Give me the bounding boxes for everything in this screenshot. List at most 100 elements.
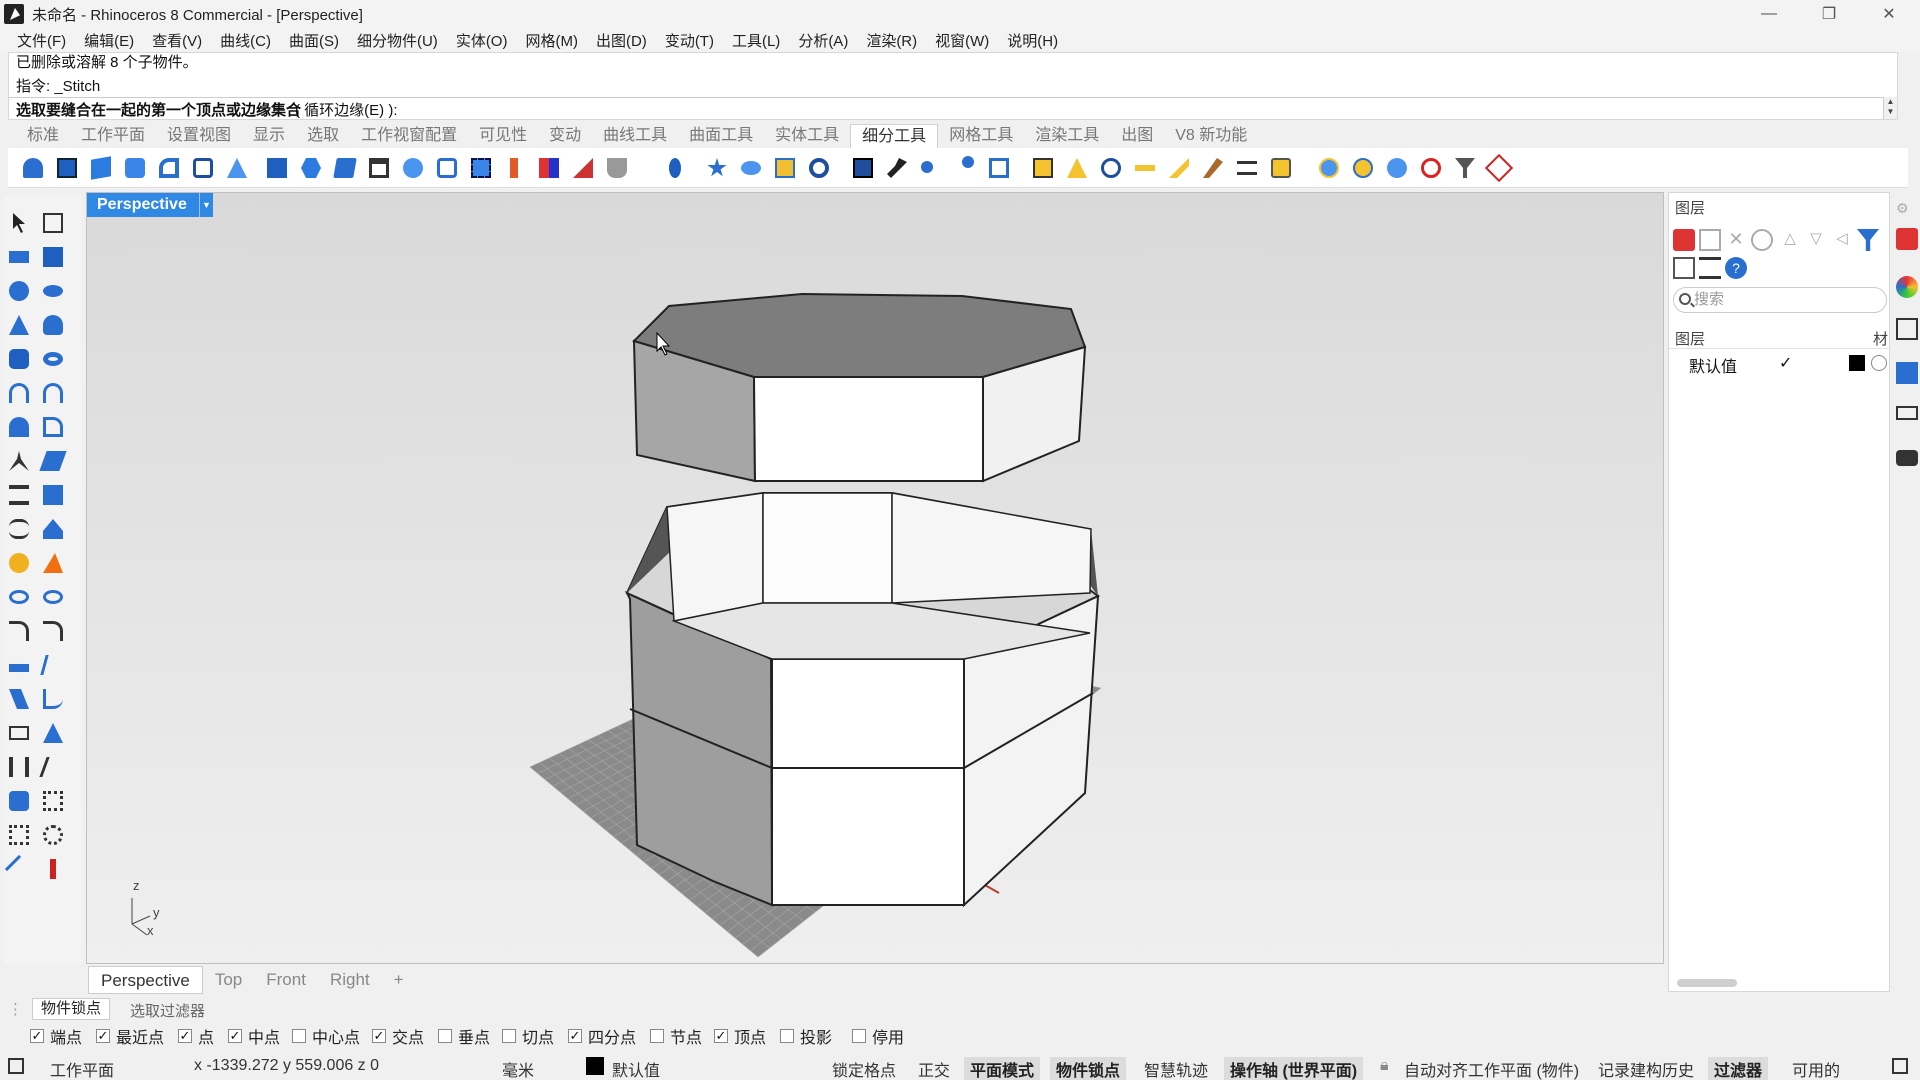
menu-edit[interactable]: 编辑(E) <box>75 30 143 51</box>
subd-cylinder-icon[interactable] <box>120 153 150 183</box>
menu-view[interactable]: 查看(V) <box>143 30 211 51</box>
subd-ellipsoid-icon[interactable] <box>330 153 360 183</box>
tab-top[interactable]: Top <box>203 970 254 990</box>
subd-cup-icon[interactable] <box>602 153 632 183</box>
tab-drafting[interactable]: 出图 <box>1110 124 1164 148</box>
camera-tab-icon[interactable] <box>1896 450 1918 466</box>
layer-column-name[interactable]: 图层 <box>1675 328 1705 349</box>
tab-transform[interactable]: 变动 <box>538 124 592 148</box>
status-planar[interactable]: 平面模式 <box>964 1057 1041 1080</box>
draft-icon[interactable] <box>38 752 68 782</box>
layer-filter-icon[interactable] <box>1857 229 1879 251</box>
subd-crease-icon[interactable] <box>568 153 598 183</box>
osnap-checkbox[interactable] <box>292 1029 306 1043</box>
status-layer[interactable]: 默认值 <box>612 1057 660 1080</box>
tab-curve-tools[interactable]: 曲线工具 <box>592 124 678 148</box>
subd-plane-icon[interactable] <box>18 153 48 183</box>
perspective-viewport[interactable]: z y x Perspective ▼ <box>86 192 1664 964</box>
array-icon[interactable] <box>4 752 34 782</box>
viewport-title[interactable]: Perspective <box>87 193 199 217</box>
subd-sphere-icon[interactable] <box>296 153 326 183</box>
properties-tab-icon[interactable] <box>1896 362 1918 384</box>
close-button[interactable]: ✕ <box>1860 0 1918 28</box>
panel-horizontal-scrollbar[interactable] <box>1677 979 1737 987</box>
osnap-mid[interactable]: ✓ 中点 <box>228 1027 280 1047</box>
plane-icon[interactable] <box>4 242 34 272</box>
status-ortho[interactable]: 正交 <box>918 1057 950 1080</box>
osnap-checkbox[interactable]: ✓ <box>372 1029 386 1043</box>
command-prompt[interactable]: 选取要缝合在一起的第一个顶点或边缘集合 ( 循环边缘(E) ): <box>9 97 1897 119</box>
status-smarttrack[interactable]: 智慧轨迹 <box>1144 1057 1208 1080</box>
osnap-end[interactable]: ✓ 端点 <box>30 1027 82 1047</box>
menu-mesh[interactable]: 网格(M) <box>516 30 587 51</box>
subd-cone-icon[interactable] <box>222 153 252 183</box>
layer-search-input[interactable]: 搜索 <box>1673 287 1887 313</box>
tab-standard[interactable]: 标准 <box>16 124 70 148</box>
cone-icon[interactable] <box>4 310 34 340</box>
point-edit-icon[interactable] <box>38 208 68 238</box>
subd-weld-icon[interactable] <box>882 153 912 183</box>
wave-icon[interactable] <box>4 514 34 544</box>
shell-icon[interactable] <box>4 582 34 612</box>
osnap-point[interactable]: ✓ 点 <box>178 1027 214 1047</box>
subd-bubble-icon[interactable] <box>736 153 766 183</box>
help-icon[interactable]: ? <box>1725 257 1747 279</box>
menu-dimension[interactable]: 出图(D) <box>587 30 656 51</box>
minimize-button[interactable]: — <box>1740 0 1798 28</box>
status-osnap[interactable]: 物件锁点 <box>1050 1057 1127 1080</box>
curve-edit-icon[interactable] <box>38 650 68 680</box>
osnap-checkbox[interactable] <box>438 1029 452 1043</box>
menu-file[interactable]: 文件(F) <box>8 30 75 51</box>
group-icon[interactable] <box>4 786 34 816</box>
menu-panels[interactable]: 视窗(W) <box>926 30 998 51</box>
tab-right[interactable]: Right <box>318 970 382 990</box>
tab-cplanes[interactable]: 工作平面 <box>70 124 156 148</box>
menu-transform[interactable]: 变动(T) <box>656 30 723 51</box>
layer-color-swatch[interactable] <box>1849 355 1865 371</box>
display-tab-icon[interactable] <box>1896 318 1918 340</box>
history-icon[interactable] <box>38 854 68 884</box>
osnap-checkbox[interactable] <box>780 1029 794 1043</box>
subd-twist-icon[interactable] <box>660 153 690 183</box>
tab-viewport-layout[interactable]: 工作视窗配置 <box>350 124 468 148</box>
subd-split-icon[interactable] <box>1484 153 1514 183</box>
tab-mesh-tools[interactable]: 网格工具 <box>938 124 1024 148</box>
sweep-icon[interactable] <box>38 412 68 442</box>
command-history[interactable]: 已删除或溶解 8 个子物件。 指令: _Stitch 选取要缝合在一起的第一个顶… <box>8 52 1898 120</box>
tab-perspective[interactable]: Perspective <box>88 966 203 994</box>
new-sublayer-icon[interactable] <box>1699 229 1721 251</box>
osnap-checkbox[interactable] <box>852 1029 866 1043</box>
osnap-near[interactable]: ✓ 最近点 <box>96 1027 164 1047</box>
status-autoalign[interactable]: 自动对齐工作平面 (物件) <box>1404 1057 1579 1080</box>
osnap-quad[interactable]: ✓ 四分点 <box>568 1027 636 1047</box>
polar-array-icon[interactable] <box>38 820 68 850</box>
osnap-checkbox[interactable]: ✓ <box>228 1029 242 1043</box>
status-layer-color[interactable] <box>586 1057 604 1075</box>
menu-tools[interactable]: 工具(L) <box>723 30 789 51</box>
osnap-checkbox[interactable]: ✓ <box>714 1029 728 1043</box>
layer-column-material[interactable]: 材 <box>1873 328 1888 349</box>
osnap-disable[interactable]: 停用 <box>852 1027 904 1047</box>
revolve-icon[interactable] <box>4 412 34 442</box>
menu-surface[interactable]: 曲面(S) <box>280 30 348 51</box>
status-panel-toggle[interactable] <box>1892 1058 1908 1074</box>
osnap-perp[interactable]: 垂点 <box>438 1027 490 1047</box>
osnap-checkbox[interactable]: ✓ <box>30 1029 44 1043</box>
grid-array-icon[interactable] <box>4 820 34 850</box>
subd-insert-point-icon[interactable] <box>916 153 946 183</box>
blend-icon[interactable] <box>4 684 34 714</box>
current-layer-checkmark[interactable]: ✓ <box>1779 353 1792 373</box>
chamfer-icon[interactable] <box>38 616 68 646</box>
menu-subd[interactable]: 细分物件(U) <box>348 30 447 51</box>
osnap-project[interactable]: 投影 <box>780 1027 832 1047</box>
cylinder-icon[interactable] <box>4 344 34 374</box>
subd-yellow-cube-icon[interactable] <box>1266 153 1296 183</box>
osnap-checkbox[interactable]: ✓ <box>178 1029 192 1043</box>
project-icon[interactable] <box>38 514 68 544</box>
subd-pipe-icon[interactable] <box>154 153 184 183</box>
subd-ruler-icon[interactable] <box>1164 153 1194 183</box>
subd-torus-icon[interactable] <box>188 153 218 183</box>
panel-settings-icon[interactable]: ⚙ <box>1896 200 1918 222</box>
command-option-edgeloop[interactable]: ( 循环边缘(E) ): <box>295 99 398 120</box>
tab-select[interactable]: 选取 <box>296 124 350 148</box>
